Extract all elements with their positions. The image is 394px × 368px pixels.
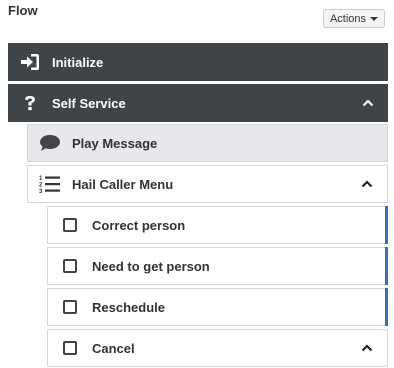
caret-down-icon bbox=[370, 16, 379, 21]
menu-option-reschedule[interactable]: Reschedule bbox=[47, 288, 388, 326]
flow-title: Flow bbox=[8, 3, 38, 18]
tree-item-label: Self Service bbox=[52, 95, 126, 111]
menu-option-label: Cancel bbox=[92, 340, 135, 356]
numbered-list-icon: 1 2 3 bbox=[28, 174, 72, 194]
selection-accent-bar bbox=[385, 288, 388, 326]
chevron-up-icon[interactable] bbox=[361, 344, 373, 352]
tree-item-hail-caller-menu[interactable]: 1 2 3 Hail Caller Menu bbox=[27, 165, 388, 203]
actions-dropdown-button[interactable]: Actions bbox=[323, 9, 385, 28]
menu-option-label: Correct person bbox=[92, 217, 186, 233]
menu-option-cancel[interactable]: Cancel bbox=[47, 329, 388, 367]
selection-accent-bar bbox=[385, 247, 388, 285]
chevron-up-icon[interactable] bbox=[362, 99, 374, 107]
checkbox-icon[interactable] bbox=[48, 218, 92, 232]
checkbox-icon[interactable] bbox=[48, 300, 92, 314]
svg-text:3: 3 bbox=[39, 189, 43, 194]
menu-option-correct-person[interactable]: Correct person bbox=[47, 206, 388, 244]
speech-bubble-icon bbox=[28, 134, 72, 152]
menu-option-need-to-get-person[interactable]: Need to get person bbox=[47, 247, 388, 285]
tree-item-label: Initialize bbox=[52, 54, 104, 70]
sign-in-icon bbox=[8, 53, 52, 71]
question-icon bbox=[8, 95, 52, 111]
menu-option-label: Need to get person bbox=[92, 258, 210, 274]
tree-item-initialize[interactable]: Initialize bbox=[8, 43, 388, 81]
actions-label: Actions bbox=[329, 12, 367, 25]
selection-accent-bar bbox=[385, 206, 388, 244]
tree-item-play-message[interactable]: Play Message bbox=[27, 124, 388, 162]
tree-item-self-service[interactable]: Self Service bbox=[8, 84, 388, 122]
menu-option-label: Reschedule bbox=[92, 299, 165, 315]
chevron-up-icon[interactable] bbox=[361, 180, 373, 188]
checkbox-icon[interactable] bbox=[48, 341, 92, 355]
svg-text:1: 1 bbox=[39, 176, 43, 182]
tree-item-label: Hail Caller Menu bbox=[72, 176, 174, 192]
checkbox-icon[interactable] bbox=[48, 259, 92, 273]
tree-item-label: Play Message bbox=[72, 135, 158, 151]
svg-text:2: 2 bbox=[39, 183, 43, 189]
